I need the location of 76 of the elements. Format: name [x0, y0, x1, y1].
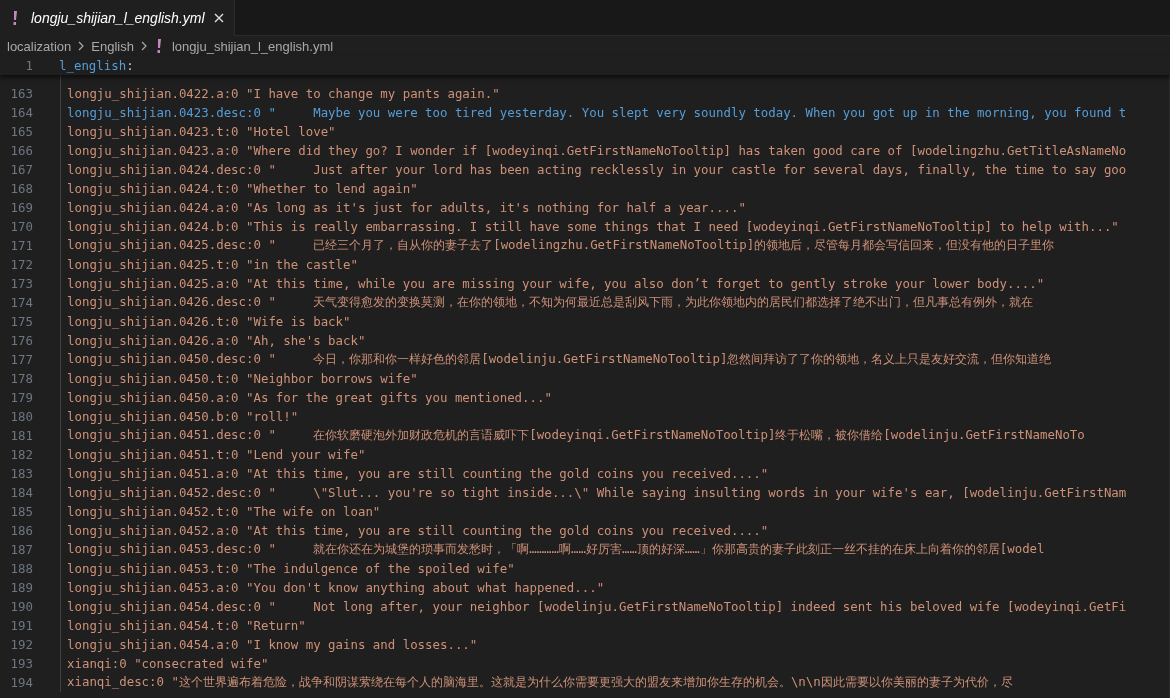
line-number: 176 — [9, 333, 33, 348]
line-number: 188 — [9, 561, 33, 576]
code-line: longju_shijian.0426.a:0 "Ah, she's back" — [67, 333, 366, 348]
code-line: longju_shijian.0451.t:0 "Lend your wife" — [67, 447, 366, 462]
line-number: 181 — [9, 428, 33, 443]
code-line: longju_shijian.0451.a:0 "At this time, you are still counting the gold coins you received...." — [67, 466, 769, 481]
line-number: 192 — [9, 637, 33, 652]
line-number: 169 — [9, 200, 33, 215]
code-line: longju_shijian.0425.desc:0 " 已经三个月了，自从你的妻子去了[wodelingzhu.GetFirstNameNoTooltip]的领地后，尽管每月都会写信回来，但没有他的日子里你 — [67, 237, 1055, 254]
line-number: 187 — [9, 542, 33, 557]
code-line: longju_shijian.0454.t:0 "Return" — [67, 618, 306, 633]
code-line: longju_shijian.0450.desc:0 " 今日，你那和你一样好色的邻居[wodelinju.GetFirstNameNoTooltip]忽然间拜访了了你的领地，名义上只是友好交流，但你知道绝 — [67, 351, 1052, 368]
code-line: longju_shijian.0424.a:0 "As long as it's just for adults, it's nothing for half a year...." — [67, 200, 746, 215]
code-line: longju_shijian.0422.a:0 "I have to change my pants again." — [67, 86, 500, 101]
line-number: 170 — [9, 219, 33, 234]
line-number: 168 — [9, 181, 33, 196]
code-line: longju_shijian.0453.t:0 "The indulgence of the spoiled wife" — [67, 561, 515, 576]
code-line: longju_shijian.0425.t:0 "in the castle" — [67, 257, 358, 272]
line-number: 180 — [9, 409, 33, 424]
line-number: 191 — [9, 618, 33, 633]
line-number: 189 — [9, 580, 33, 595]
code-line: longju_shijian.0426.desc:0 " 天气变得愈发的变换莫测，在你的领地，不知为何最近总是刮风下雨，为此你领地内的居民们都选择了绝不出门，但凡事总有例外，就在 — [67, 294, 1034, 311]
line-number: 167 — [9, 162, 33, 177]
code-line: longju_shijian.0450.t:0 "Neighbor borrows wife" — [67, 371, 418, 386]
line-number: 183 — [9, 466, 33, 481]
code-key: l_english — [59, 58, 127, 73]
file-tab[interactable]: longju_shijian_l_english.yml — [0, 0, 235, 36]
line-number: 184 — [9, 485, 33, 500]
line-number: 174 — [9, 295, 33, 310]
line-number: 178 — [9, 371, 33, 386]
line-number: 194 — [9, 675, 33, 690]
line-number: 164 — [9, 105, 33, 120]
line-number: 175 — [9, 314, 33, 329]
code-line: xianqi:0 "consecrated wife" — [67, 656, 269, 671]
line-number: 193 — [9, 656, 33, 671]
line-number: 165 — [9, 124, 33, 139]
close-icon[interactable] — [213, 13, 224, 23]
code-line: longju_shijian.0424.b:0 "This is really embarrassing. I still have some things that I need [wodeyinqi.GetFirstNameNoTooltip] to help with..." — [67, 219, 1119, 234]
line-number: 179 — [9, 390, 33, 405]
line-number: 1 — [24, 58, 33, 73]
code-line: longju_shijian.0452.a:0 "At this time, you are still counting the gold coins you received...." — [67, 523, 769, 538]
code-line: longju_shijian.0424.desc:0 " Just after your lord has been acting recklessly in your castle for several days, finally, the time to say goo — [67, 162, 1127, 177]
code-line: longju_shijian.0424.t:0 "Whether to lend again" — [67, 181, 418, 196]
line-number: 185 — [9, 504, 33, 519]
code-line: longju_shijian.0453.desc:0 " 就在你还在为城堡的琐事而发愁时，「啊…………啊……好厉害……顶的好深……」你那高贵的妻子此刻正一丝不挂的在床上向着你的邻居[wodel — [67, 541, 1045, 558]
code-line: longju_shijian.0453.a:0 "You don't know anything about what happened..." — [67, 580, 605, 595]
code-line: longju_shijian.0454.desc:0 " Not long after, your neighbor [wodelinju.GetFirstNameNoTooltip] indeed sent his beloved wife [wodeyinqi.GetFi — [67, 599, 1127, 614]
code-line: longju_shijian.0452.desc:0 " \"Slut... you're so tight inside...\" While saying insulting words in your wife's ear, [wodelinju.GetFirstNam — [67, 485, 1127, 500]
line-number: 173 — [9, 276, 33, 291]
code-colon: : — [126, 58, 134, 73]
line-number: 182 — [9, 447, 33, 462]
exclamation-icon — [155, 39, 162, 53]
breadcrumb-item[interactable]: English — [91, 38, 134, 54]
code-line: longju_shijian.0423.desc:0 " Maybe you were too tired yesterday. You slept very soundly today. When you got up in the morning, you found t — [67, 105, 1127, 120]
line-number: 177 — [9, 352, 33, 367]
code-line: longju_shijian.0425.a:0 "At this time, while you are missing your wife, you also don’t forget to gently stroke your lower body...." — [67, 276, 1045, 291]
code-line: longju_shijian.0450.a:0 "As for the great gifts you mentioned..." — [67, 390, 552, 405]
code-line: xianqi_desc:0 "这个世界遍布着危险，战争和阴谋萦绕在每个人的脑海里。这就是为什么你需要更强大的盟友来增加你生存的机会。\n\n因此需要以你美丽的妻子为代价，尽 — [67, 674, 1013, 691]
line-number: 190 — [9, 599, 33, 614]
breadcrumb-item[interactable]: longju_shijian_l_english.yml — [171, 38, 334, 54]
exclamation-icon — [12, 11, 18, 25]
code-line: longju_shijian.0451.desc:0 " 在你软磨硬泡外加财政危机的言语威吓下[wodeyinqi.GetFirstNameNoTooltip]终于松嘴，被你借给[wodelinju.GetFirstNameNoTo — [67, 427, 1085, 444]
code-line: longju_shijian.0450.b:0 "roll!" — [67, 409, 299, 424]
chevron-right-icon — [78, 41, 85, 51]
chevron-right-icon — [140, 41, 147, 51]
line-number: 163 — [9, 86, 33, 101]
code-line: longju_shijian.0426.t:0 "Wife is back" — [67, 314, 351, 329]
code-line: longju_shijian.0454.a:0 "I know my gains and losses..." — [67, 637, 478, 652]
code-line: longju_shijian.0452.t:0 "The wife on loan" — [67, 504, 381, 519]
line-number: 186 — [9, 523, 33, 538]
code-line: longju_shijian.0423.t:0 "Hotel love" — [67, 124, 336, 139]
breadcrumb-item[interactable]: localization — [7, 38, 72, 54]
code-line: longju_shijian.0423.a:0 "Where did they go? I wonder if [wodeyinqi.GetFirstNameNoTooltip] has taken good care of [wodelingzhu.GetTitleAsNameNo — [67, 143, 1127, 158]
line-number: 172 — [9, 257, 33, 272]
line-number: 166 — [9, 143, 33, 158]
line-number: 171 — [9, 238, 33, 253]
